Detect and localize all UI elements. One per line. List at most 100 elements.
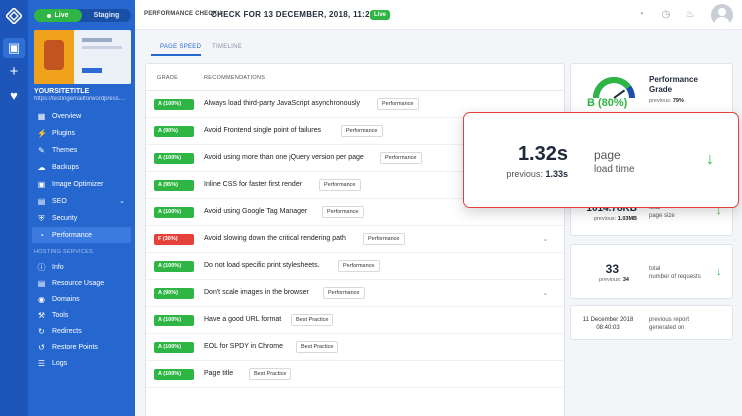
live-toggle[interactable]: Live bbox=[34, 9, 82, 22]
table-row[interactable]: A (100%) EOL for SPDY in Chrome Best Pra… bbox=[146, 334, 564, 361]
recommendation-text: Inline CSS for faster first render bbox=[204, 181, 303, 188]
table-row[interactable]: F (30%) Avoid slowing down the critical … bbox=[146, 226, 564, 253]
arrow-down-icon: ↓ bbox=[706, 151, 714, 168]
sidebar-item-label: Themes bbox=[52, 146, 78, 154]
sidebar-item-logs[interactable]: ☰ Logs bbox=[32, 355, 131, 371]
chevron-down-icon[interactable]: ⌄ bbox=[542, 234, 549, 243]
recommendation-text: Avoid using more than one jQuery version… bbox=[204, 154, 364, 161]
grade-badge: A (100%) bbox=[154, 369, 194, 380]
sidebar-item-label: Backups bbox=[52, 163, 79, 171]
sidebar-item-domains[interactable]: ◉ Domains bbox=[32, 291, 131, 307]
sidebar: Live Staging YOURSITETITLE https://testi… bbox=[28, 0, 135, 416]
category-tag: Performance bbox=[341, 125, 383, 137]
grade-badge: A (100%) bbox=[154, 315, 194, 326]
category-tag: Best Practice bbox=[296, 341, 339, 353]
staging-label: Staging bbox=[93, 12, 120, 19]
sidebar-item-image-optimizer[interactable]: ▣ Image Optimizer bbox=[32, 176, 131, 192]
sidebar-item-tools[interactable]: ⚒ Tools bbox=[32, 307, 131, 323]
speed-icon[interactable]: ◔ bbox=[635, 9, 647, 21]
grade-badge: A (100%) bbox=[154, 342, 194, 353]
recommendation-text: Have a good URL format bbox=[204, 316, 282, 323]
sidebar-item-performance[interactable]: ◔ Performance bbox=[32, 227, 131, 243]
sites-icon[interactable]: ▣ bbox=[3, 38, 25, 58]
info-icon: ⓘ bbox=[37, 262, 46, 272]
recommendation-text: Page title bbox=[204, 370, 234, 377]
chevron-down-icon: ⌄ bbox=[119, 198, 125, 205]
sidebar-item-label: Domains bbox=[52, 295, 80, 303]
sidebar-item-label: Redirects bbox=[52, 327, 82, 335]
add-icon[interactable]: + bbox=[7, 64, 21, 79]
category-tag: Performance bbox=[363, 233, 405, 245]
tab-timeline[interactable]: TIMELINE bbox=[212, 44, 242, 50]
requests-previous: previous: 34 bbox=[599, 277, 629, 283]
table-row[interactable]: A (90%) Don't scale images in the browse… bbox=[146, 280, 564, 307]
sidebar-item-label: Image Optimizer bbox=[52, 180, 104, 188]
hosting-services-label: HOSTING SERVICES bbox=[34, 249, 94, 255]
sidebar-item-themes[interactable]: ✎ Themes bbox=[32, 142, 131, 158]
plug-icon: ⚡ bbox=[37, 128, 47, 138]
sidebar-item-seo[interactable]: ▤ SEO ⌄ bbox=[32, 193, 131, 209]
requests-card: 33 previous: 34 total number of requests … bbox=[570, 244, 733, 299]
heart-icon[interactable]: ♥ bbox=[7, 89, 21, 103]
category-tag: Performance bbox=[377, 98, 419, 110]
history-icon[interactable]: ◷ bbox=[660, 9, 672, 21]
grid-icon: ▦ bbox=[37, 111, 46, 121]
tab-page-speed[interactable]: PAGE SPEED bbox=[160, 44, 201, 50]
grade-badge: A (90%) bbox=[154, 126, 194, 137]
sidebar-item-label: Plugins bbox=[52, 129, 75, 137]
requests-value: 33 bbox=[605, 262, 619, 276]
recommendations-column-header: RECOMMENDATIONS bbox=[204, 75, 266, 81]
sidebar-item-label: Resource Usage bbox=[52, 279, 105, 287]
site-title: YOURSITETITLE bbox=[34, 88, 90, 95]
recommendation-text: EOL for SPDY in Chrome bbox=[204, 343, 283, 350]
image-icon: ▣ bbox=[37, 179, 46, 189]
restore-icon: ↺ bbox=[38, 342, 45, 352]
environment-switch[interactable]: Live Staging bbox=[34, 9, 131, 22]
sidebar-item-overview[interactable]: ▦ Overview bbox=[32, 108, 131, 124]
recommendation-text: Avoid slowing down the critical renderin… bbox=[204, 235, 346, 242]
previous-report-date: 11 December 2018 08:40:03 bbox=[582, 317, 634, 331]
sidebar-item-label: Security bbox=[52, 214, 78, 222]
performance-grade-value: B (80%) bbox=[587, 97, 628, 109]
table-row[interactable]: A (100%) Have a good URL format Best Pra… bbox=[146, 307, 564, 334]
category-tag: Best Practice bbox=[249, 368, 292, 380]
sidebar-item-info[interactable]: ⓘ Info bbox=[32, 259, 131, 275]
table-row[interactable]: A (100%) Do not load specific print styl… bbox=[146, 253, 564, 280]
sidebar-item-restore-points[interactable]: ↺ Restore Points bbox=[32, 339, 131, 355]
live-badge: Live bbox=[370, 10, 391, 20]
page-title: CHECK FOR 13 DECEMBER, 2018, 11:29:17 bbox=[211, 10, 388, 19]
load-time-label-page: page bbox=[594, 148, 621, 162]
site-url[interactable]: https://testingemailforwordpress.... bbox=[34, 96, 131, 102]
sidebar-item-resource-usage[interactable]: ▤ Resource Usage bbox=[32, 275, 131, 291]
avatar[interactable] bbox=[711, 4, 733, 26]
icon-rail: ▣ + ♥ bbox=[0, 0, 28, 416]
recommendation-text: Avoid using Google Tag Manager bbox=[204, 208, 308, 215]
sidebar-item-label: Restore Points bbox=[52, 343, 98, 351]
sidebar-item-label: Overview bbox=[52, 112, 82, 120]
breadcrumb[interactable]: PERFORMANCE CHECK / bbox=[144, 11, 221, 17]
previous-report-label: previous report generated on bbox=[649, 317, 690, 331]
performance-grade-previous: previous: 79% bbox=[649, 98, 684, 104]
chart-icon: ▤ bbox=[37, 278, 46, 288]
previous-report-card[interactable]: 11 December 2018 08:40:03 previous report… bbox=[570, 305, 733, 340]
grade-badge: A (100%) bbox=[154, 153, 194, 164]
active-tab-indicator bbox=[151, 54, 201, 56]
bell-icon[interactable]: ♨ bbox=[684, 9, 696, 21]
sidebar-item-plugins[interactable]: ⚡ Plugins bbox=[32, 125, 131, 141]
site-thumbnail[interactable] bbox=[34, 30, 131, 84]
load-time-highlight: 1.32s previous: 1.33s page load time ↓ bbox=[463, 112, 739, 208]
table-row[interactable]: A (100%) Page title Best Practice bbox=[146, 361, 564, 388]
staging-toggle[interactable]: Staging bbox=[82, 9, 131, 22]
sidebar-item-redirects[interactable]: ↻ Redirects bbox=[32, 323, 131, 339]
brush-icon: ✎ bbox=[38, 145, 45, 155]
live-label: Live bbox=[54, 12, 69, 19]
sidebar-item-label: Performance bbox=[52, 231, 93, 239]
logo-icon[interactable] bbox=[6, 8, 22, 24]
chevron-down-icon[interactable]: ⌄ bbox=[542, 288, 549, 297]
sidebar-item-label: Tools bbox=[52, 311, 69, 319]
table-header: GRADE RECOMMENDATIONS bbox=[146, 64, 564, 91]
backup-icon: ☁ bbox=[37, 162, 46, 172]
sidebar-item-security[interactable]: ⛨ Security bbox=[32, 210, 131, 226]
seo-icon: ▤ bbox=[37, 196, 46, 206]
sidebar-item-backups[interactable]: ☁ Backups bbox=[32, 159, 131, 175]
